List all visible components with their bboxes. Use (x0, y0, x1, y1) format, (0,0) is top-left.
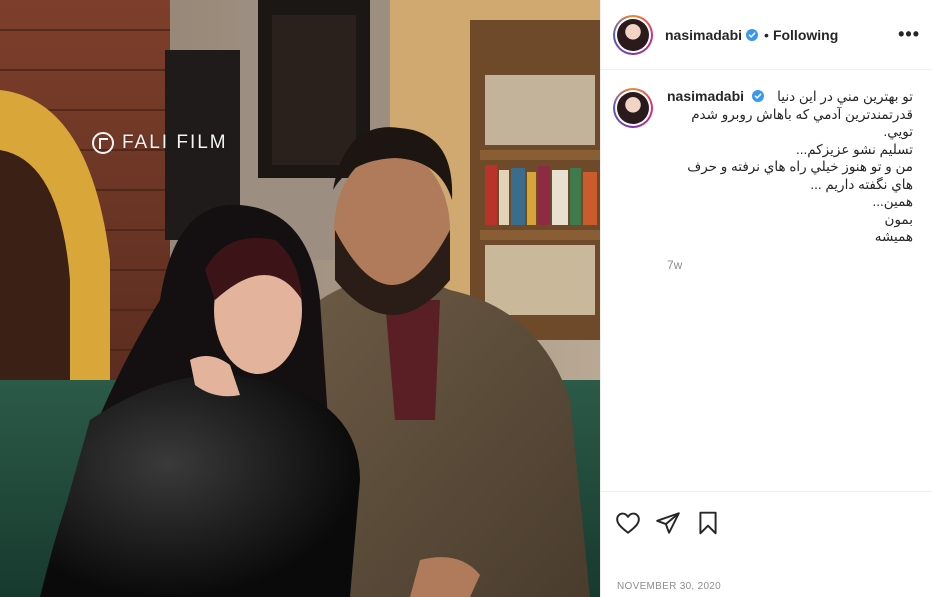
caption-timestamp[interactable]: 7w (667, 258, 913, 272)
caption-username[interactable]: nasimadabi (667, 88, 744, 104)
caption-avatar[interactable] (613, 88, 653, 128)
watermark-text: FALI FILM (122, 132, 228, 153)
caption-line: تويي. (883, 124, 914, 139)
heart-icon[interactable] (615, 510, 641, 536)
post-image[interactable]: FALI FILM (0, 0, 600, 597)
caption-body: nasimadabi تو بهترين مني در اين دنيا قدر… (667, 88, 913, 272)
watermark: FALI FILM (92, 132, 228, 154)
caption-line: تسليم نشو عزيزكم... (796, 141, 913, 157)
author-username[interactable]: nasimadabi (665, 27, 742, 43)
caption-line: همين... (872, 194, 913, 209)
post-header: nasimadabi • Following ••• (601, 0, 932, 70)
following-button[interactable]: Following (773, 27, 838, 43)
post-date[interactable]: NOVEMBER 30, 2020 (617, 581, 721, 592)
avatar-image (617, 18, 649, 51)
caption-text: nasimadabi تو بهترين مني در اين دنيا قدر… (667, 88, 913, 246)
fali-film-logo-icon (92, 132, 114, 154)
header-separator: • (764, 26, 769, 43)
paper-plane-icon[interactable] (655, 510, 681, 536)
caption-line: قدرتمندترين آدمي که باهاش روبرو شدم (691, 106, 913, 122)
caption-avatar-image (617, 92, 649, 124)
photo-illustration (0, 0, 600, 597)
verified-badge-icon (751, 90, 764, 102)
caption-comment: nasimadabi تو بهترين مني در اين دنيا قدر… (601, 70, 932, 272)
caption-line: من و تو هنوز خيلي راه هاي نرفته و حرف (687, 159, 913, 174)
caption-line: بمون (884, 211, 913, 227)
verified-badge-icon (746, 28, 759, 41)
caption-line: هاي نگفته داريم ... (810, 176, 913, 192)
more-options-icon[interactable]: ••• (898, 24, 920, 45)
post-actions: NOVEMBER 30, 2020 (601, 491, 932, 597)
caption-line: هميشه (874, 229, 913, 244)
caption-line: تو بهترين مني در اين دنيا (777, 89, 913, 104)
author-avatar[interactable] (613, 14, 653, 55)
post-side-panel: nasimadabi • Following ••• nasimadabi تو… (600, 0, 932, 597)
bookmark-icon[interactable] (695, 510, 721, 536)
